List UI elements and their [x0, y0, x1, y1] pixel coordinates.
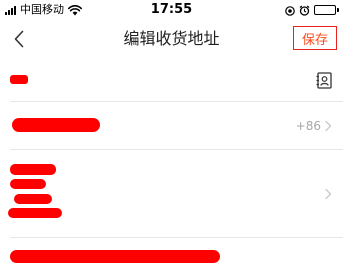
nav-bar: 编辑收货地址 保存	[0, 20, 343, 58]
phone-prefix[interactable]: +86	[296, 119, 321, 133]
chevron-right-icon	[325, 188, 332, 200]
region-row[interactable]	[0, 150, 343, 238]
chevron-right-icon	[325, 120, 332, 132]
status-bar: 中国移动 17:55	[0, 0, 343, 20]
phone-row[interactable]: +86	[0, 102, 343, 150]
detail-address-row[interactable]	[0, 238, 343, 280]
location-icon	[285, 1, 295, 20]
save-button[interactable]: 保存	[293, 26, 337, 50]
region-value-redacted	[14, 194, 52, 204]
detail-address-value-redacted	[10, 250, 220, 263]
phone-value-redacted	[12, 118, 100, 132]
name-row[interactable]	[0, 58, 343, 102]
battery-icon	[314, 5, 339, 15]
region-value-redacted	[10, 164, 56, 175]
address-form: +86	[0, 58, 343, 280]
region-value-redacted	[8, 208, 62, 218]
page-title: 编辑收货地址	[123, 29, 220, 48]
alarm-icon	[299, 1, 310, 20]
save-button-label: 保存	[301, 32, 328, 48]
status-right	[285, 3, 339, 17]
name-value-redacted	[10, 75, 28, 84]
contacts-icon[interactable]	[315, 72, 333, 89]
region-value-redacted	[10, 179, 46, 189]
